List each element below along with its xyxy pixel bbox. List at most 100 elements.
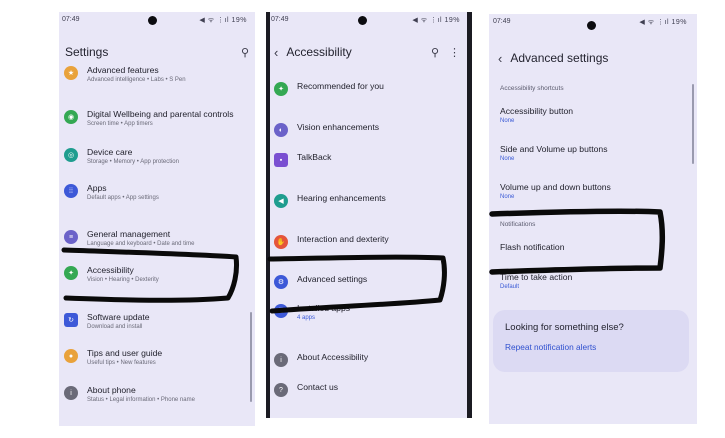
item-sub: Storage • Memory • App protection [87,159,179,165]
item-label: About Accessibility [297,352,369,362]
settings-item-tips[interactable]: ● Tips and user guide Useful tips • New f… [59,348,255,366]
item-label: Recommended for you [297,81,384,91]
accessibility-item-installed-apps[interactable]: ⁞⁞ Installed apps 4 apps [266,303,472,321]
item-label: Device care [87,147,133,157]
contact-icon: ? [274,383,288,397]
settings-item-digital-wellbeing[interactable]: ◉ Digital Wellbeing and parental control… [59,109,255,127]
accessibility-icon: ✦ [64,266,78,280]
accessibility-item-contact[interactable]: ? Contact us [266,382,472,397]
more-options-icon[interactable]: ⋮ [449,46,460,59]
setting-side-volume-up[interactable]: Side and Volume up buttons None [489,144,697,162]
vision-icon: ◐ [274,123,288,137]
back-icon[interactable]: ‹ [274,45,278,60]
status-bar: 07:49 ◀ ᯤ ⋮ıl 19% [59,16,255,28]
setting-accessibility-button[interactable]: Accessibility button None [489,106,697,124]
accessibility-item-about[interactable]: i About Accessibility [266,352,472,367]
settings-screen: 07:49 ◀ ᯤ ⋮ıl 19% Settings ⚲ ★ Advanced … [59,12,255,426]
status-time: 07:49 [62,16,80,23]
item-sub: Default [500,284,520,290]
settings-item-apps[interactable]: ⁞⁞ Apps Default apps • App settings [59,183,255,201]
item-sub: Default apps • App settings [87,195,159,201]
item-sub: Language and keyboard • Date and time [87,241,195,247]
item-label: Digital Wellbeing and parental controls [87,109,234,119]
item-sub: Status • Legal information • Phone name [87,397,195,403]
gear-icon: ⚙ [274,275,288,289]
status-icons: ◀ ᯤ ⋮ıl 19% [412,17,460,24]
update-icon: ↻ [64,313,78,327]
setting-volume-up-down[interactable]: Volume up and down buttons None [489,182,697,200]
scrollbar[interactable] [692,84,694,164]
suggestion-card: Looking for something else? Repeat notif… [493,310,689,372]
setting-flash-notification[interactable]: Flash notification [489,242,697,252]
settings-appbar: Settings ⚲ [59,38,255,66]
item-sub: 4 apps [297,315,316,321]
settings-item-general-management[interactable]: ≡ General management Language and keyboar… [59,229,255,247]
setting-time-to-take-action[interactable]: Time to take action Default [489,272,697,290]
search-icon[interactable]: ⚲ [431,46,439,59]
apps-icon: ⁞⁞ [64,184,78,198]
item-label: Side and Volume up buttons [500,144,608,154]
accessibility-item-advanced-settings[interactable]: ⚙ Advanced settings [266,274,472,289]
accessibility-appbar: ‹ Accessibility ⚲ ⋮ [266,38,472,66]
camera-cutout [148,16,157,25]
accessibility-item-vision[interactable]: ◐ Vision enhancements [266,122,472,137]
hand-icon: ✋ [274,235,288,249]
item-sub: None [500,118,515,124]
accessibility-item-recommended[interactable]: ✦ Recommended for you [266,81,472,96]
item-label: Accessibility [87,265,134,275]
search-icon[interactable]: ⚲ [241,46,249,59]
settings-item-advanced-features[interactable]: ★ Advanced features Advanced intelligence… [59,65,255,83]
talkback-icon: ▪ [274,153,288,167]
item-sub: None [500,156,515,162]
item-label: Accessibility button [500,106,574,116]
item-label: Apps [87,183,107,193]
item-label: Advanced settings [297,274,368,284]
accessibility-item-talkback[interactable]: ▪ TalkBack [266,152,472,167]
item-label: About phone [87,385,136,395]
status-bar: 07:49 ◀ ᯤ ⋮ıl 19% [266,16,472,28]
advanced-settings-screen: 07:49 ◀ ᯤ ⋮ıl 19% ‹ Advanced settings Ac… [489,14,697,424]
apps-icon: ⁞⁞ [274,304,288,318]
section-header-shortcuts: Accessibility shortcuts [500,85,564,92]
hearing-icon: ◀ [274,194,288,208]
item-label: Tips and user guide [87,348,163,358]
item-sub: Vision • Hearing • Dexterity [87,277,159,283]
item-label: General management [87,229,171,239]
item-label: Flash notification [500,242,565,252]
bulb-icon: ● [64,349,78,363]
scrollbar[interactable] [250,312,252,402]
accessibility-item-hearing[interactable]: ◀ Hearing enhancements [266,193,472,208]
item-label: Contact us [297,382,339,392]
section-header-notifications: Notifications [500,221,536,228]
page-title: Advanced settings [510,51,609,65]
item-label: TalkBack [297,152,332,162]
sliders-icon: ≡ [64,230,78,244]
repeat-notification-alerts-link[interactable]: Repeat notification alerts [505,342,596,352]
status-icons: ◀ ᯤ ⋮ıl 19% [639,19,687,26]
suggestion-question: Looking for something else? [505,322,624,333]
accessibility-item-interaction[interactable]: ✋ Interaction and dexterity [266,234,472,249]
item-sub: Screen time • App timers [87,121,153,127]
camera-cutout [587,21,596,30]
status-time: 07:49 [271,16,289,23]
item-label: Software update [87,312,150,322]
item-label: Advanced features [87,65,159,75]
accessibility-screen: 07:49 ◀ ᯤ ⋮ıl 19% ‹ Accessibility ⚲ ⋮ ✦ … [266,12,472,418]
page-title: Accessibility [286,45,352,59]
info-icon: i [64,386,78,400]
accessibility-icon: ✦ [274,82,288,96]
item-label: Interaction and dexterity [297,234,389,244]
advanced-settings-appbar: ‹ Advanced settings [489,44,697,72]
wellbeing-icon: ◉ [64,110,78,124]
settings-item-device-care[interactable]: ◎ Device care Storage • Memory • App prot… [59,147,255,165]
back-icon[interactable]: ‹ [498,51,502,66]
item-label: Installed apps [297,303,351,313]
settings-item-accessibility[interactable]: ✦ Accessibility Vision • Hearing • Dexter… [59,265,255,283]
info-icon: i [274,353,288,367]
item-sub: Advanced intelligence • Labs • S Pen [87,77,186,83]
status-icons: ◀ ᯤ ⋮ıl 19% [199,17,247,24]
settings-item-about-phone[interactable]: i About phone Status • Legal information … [59,385,255,403]
item-label: Volume up and down buttons [500,182,611,192]
settings-item-software-update[interactable]: ↻ Software update Download and install [59,312,255,330]
camera-cutout [358,16,367,25]
